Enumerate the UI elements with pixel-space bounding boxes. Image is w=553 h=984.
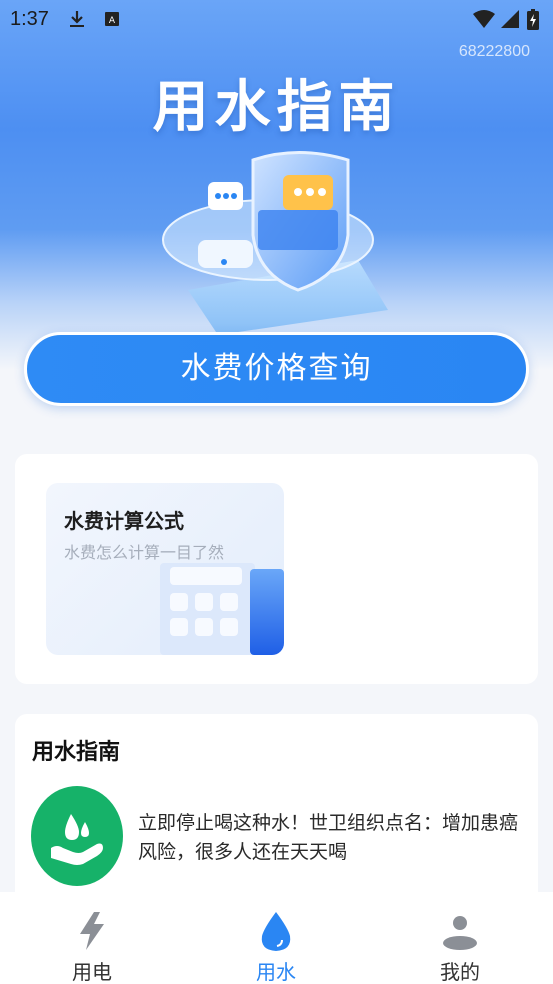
status-time: 1:37: [10, 8, 49, 30]
wifi-icon: [472, 9, 496, 34]
water-fee-formula-tile[interactable]: 水费计算公式 水费怎么计算一目了然: [46, 483, 284, 655]
calculator-icon: [160, 563, 284, 655]
status-bar: 1:37 A: [0, 0, 553, 40]
formula-title: 水费计算公式: [64, 509, 184, 533]
guide-section-title: 用水指南: [32, 740, 121, 765]
formula-subtitle: 水费怎么计算一目了然: [64, 543, 225, 562]
download-icon: [68, 9, 86, 34]
counter-number: 68222800: [458, 43, 530, 60]
guide-article-item[interactable]: 立即停止喝这种水！世卫组织点名：增加患癌风险，很多人还在天天喝: [31, 786, 521, 886]
battery-icon: [527, 9, 539, 36]
signal-icon: [500, 9, 520, 34]
tab-water[interactable]: 用水: [216, 892, 336, 984]
shield-illustration: [158, 140, 398, 340]
guide-card: 用水指南 立即停止喝这种水！世卫组织点名：增加患癌风险，很多人还在天天喝: [15, 714, 538, 914]
tab-electricity[interactable]: 用电: [32, 892, 152, 984]
lightning-icon: [72, 910, 112, 952]
tab-label-water: 用水: [256, 960, 296, 984]
hero-banner: 1:37 A 68222800 用水指南: [0, 0, 553, 370]
guide-article-text: 立即停止喝这种水！世卫组织点名：增加患癌风险，很多人还在天天喝: [138, 812, 519, 863]
water-price-query-button[interactable]: 水费价格查询: [24, 332, 529, 406]
tab-label-electricity: 用电: [72, 960, 112, 984]
bottom-tab-bar: 用电 用水 我的: [0, 892, 553, 984]
tab-label-mine: 我的: [440, 960, 480, 984]
page-title: 用水指南: [152, 75, 401, 140]
water-drop-icon: [256, 910, 296, 952]
tab-mine[interactable]: 我的: [400, 892, 520, 984]
user-icon: [440, 910, 480, 952]
keyboard-icon: A: [104, 9, 120, 33]
formula-card: 水费计算公式 水费怎么计算一目了然: [15, 454, 538, 684]
water-hand-icon: [31, 786, 123, 886]
svg-text:A: A: [109, 16, 116, 26]
